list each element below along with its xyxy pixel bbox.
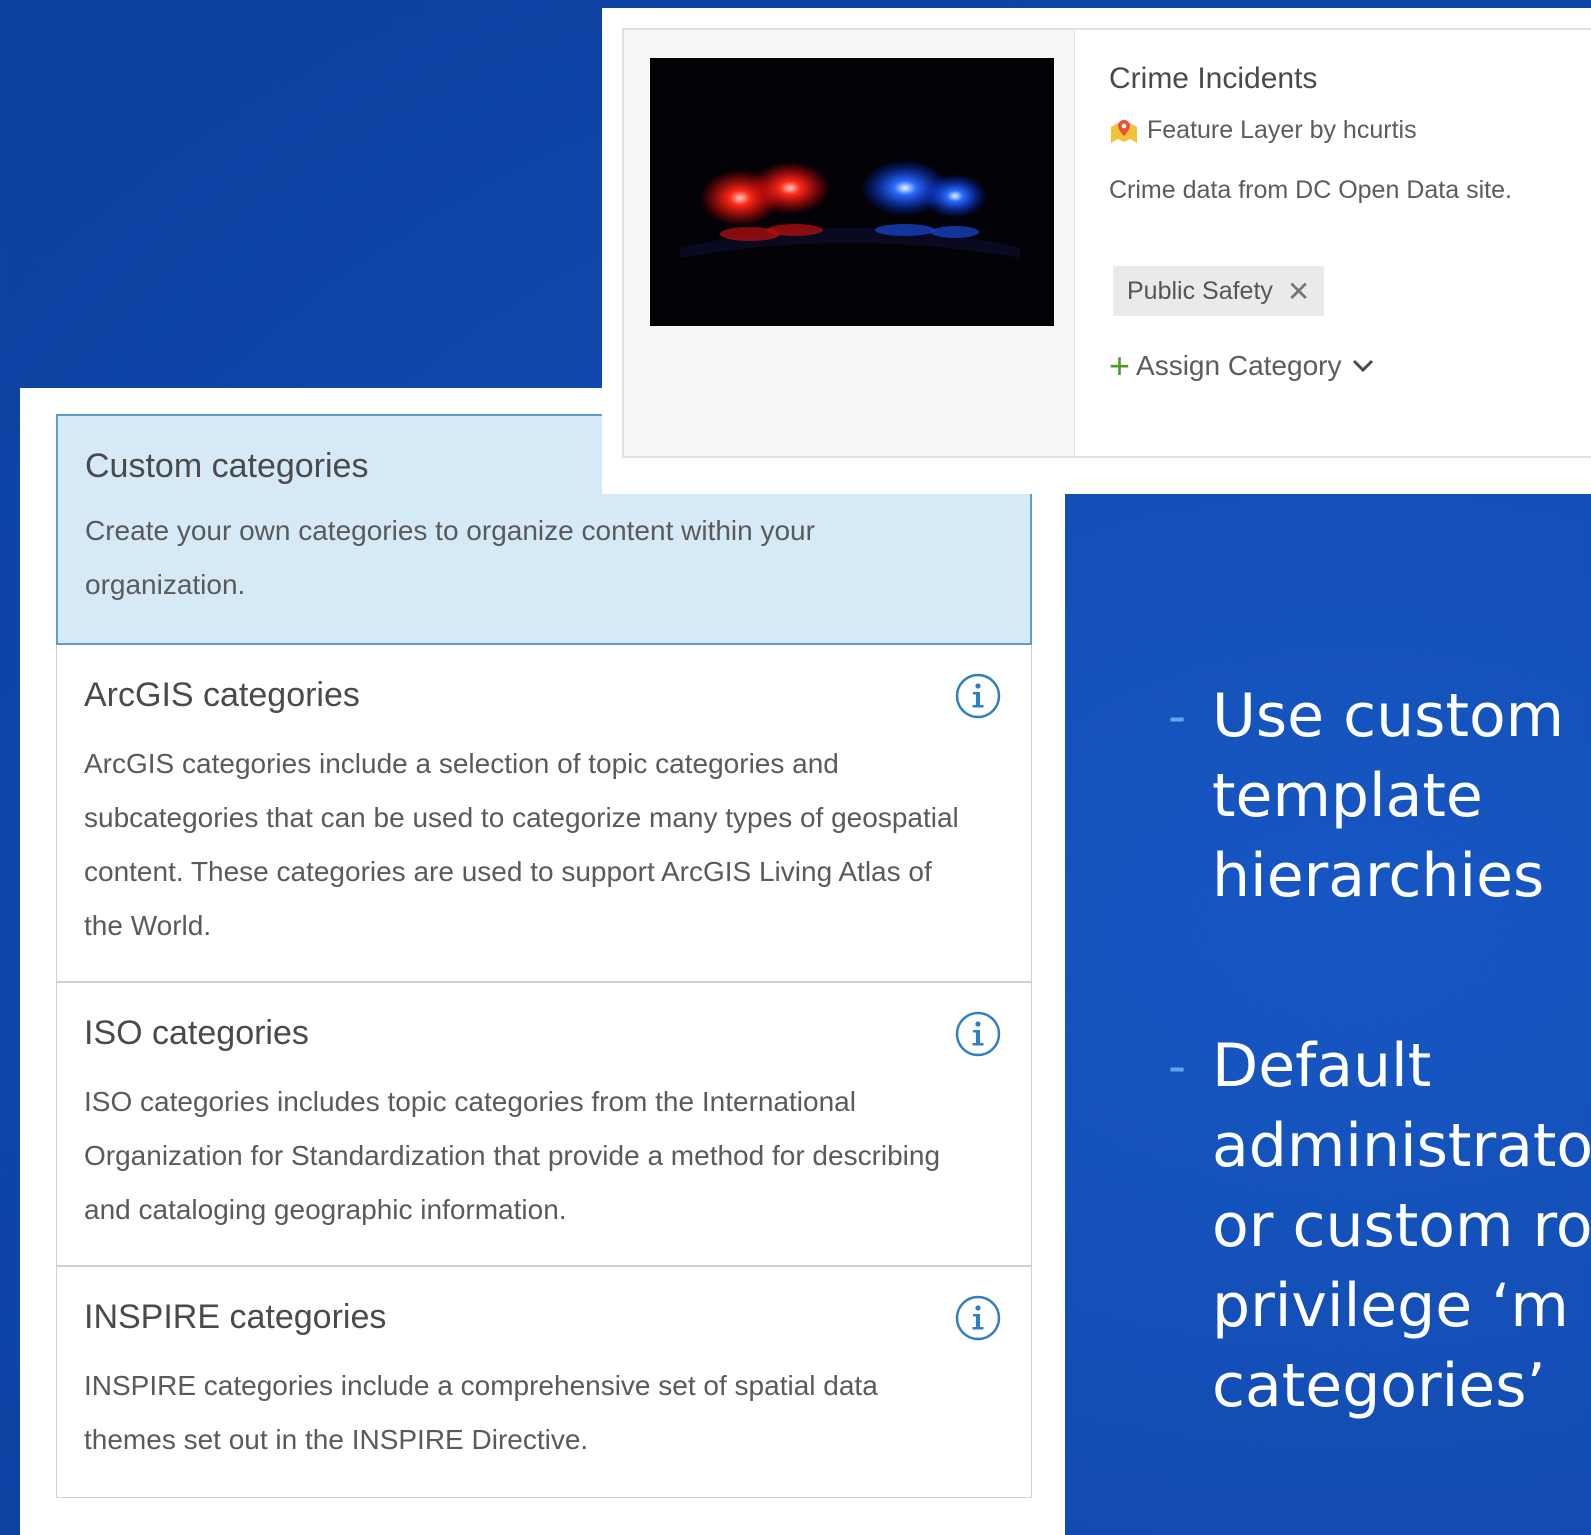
feature-layer-icon bbox=[1111, 119, 1137, 143]
plus-icon: + bbox=[1109, 345, 1131, 386]
police-lights-image bbox=[650, 58, 1054, 326]
item-meta-text: Feature Layer by hcurtis bbox=[1147, 116, 1417, 144]
category-option-description: INSPIRE categories include a comprehensi… bbox=[84, 1370, 878, 1455]
bullet-line: Default bbox=[1212, 1031, 1432, 1101]
category-type-list: Custom categories Create your own catego… bbox=[56, 414, 1032, 1498]
bullet-line: privilege ‘m bbox=[1212, 1271, 1569, 1341]
category-option-description: ISO categories includes topic categories… bbox=[84, 1086, 941, 1225]
info-icon[interactable] bbox=[955, 673, 1001, 719]
bullet-line: hierarchies bbox=[1212, 841, 1545, 911]
item-meta: Feature Layer by hcurtis bbox=[1109, 116, 1417, 145]
bullet-dash: - bbox=[1168, 1037, 1187, 1095]
bullet-line: or custom ro bbox=[1212, 1191, 1591, 1261]
info-icon[interactable] bbox=[955, 1295, 1001, 1341]
category-option-title: ISO categories bbox=[84, 1014, 309, 1052]
bullet-line: categories’ bbox=[1212, 1351, 1546, 1421]
bullet-item: - Use custom template hierarchies bbox=[1168, 676, 1591, 916]
bullet-line: Use custom bbox=[1212, 681, 1565, 751]
assign-category-label: Assign Category bbox=[1136, 350, 1342, 381]
bullet-line: template bbox=[1212, 761, 1483, 831]
category-option-arcgis[interactable]: ArcGIS categories ArcGIS categories incl… bbox=[57, 645, 1031, 983]
item-details: Crime Incidents Feature Layer by hcurtis… bbox=[1074, 30, 1591, 456]
item-card: Crime Incidents Feature Layer by hcurtis… bbox=[602, 8, 1591, 494]
category-option-inspire[interactable]: INSPIRE categories INSPIRE categories in… bbox=[57, 1267, 1031, 1497]
bullet-item: - Default administrato or custom ro priv… bbox=[1168, 1026, 1591, 1426]
assign-category-button[interactable]: + Assign Category bbox=[1109, 345, 1375, 386]
item-description: Crime data from DC Open Data site. bbox=[1109, 176, 1512, 204]
item-card-body: Crime Incidents Feature Layer by hcurtis… bbox=[622, 28, 1591, 458]
category-chip: Public Safety ✕ bbox=[1113, 266, 1325, 316]
category-option-title: ArcGIS categories bbox=[84, 676, 360, 714]
category-option-iso[interactable]: ISO categories ISO categories includes t… bbox=[57, 983, 1031, 1267]
category-option-description: ArcGIS categories include a selection of… bbox=[84, 748, 959, 941]
item-thumbnail[interactable] bbox=[650, 58, 1054, 326]
bullet-line: administrato bbox=[1212, 1111, 1591, 1181]
chevron-down-icon bbox=[1353, 359, 1374, 373]
category-option-description: Create your own categories to organize c… bbox=[85, 515, 815, 600]
slide-bullets: - Use custom template hierarchies - Defa… bbox=[1168, 676, 1591, 1426]
categories-panel: Custom categories Create your own catego… bbox=[20, 388, 1065, 1535]
info-icon[interactable] bbox=[955, 1011, 1001, 1057]
category-chip-label: Public Safety bbox=[1127, 276, 1273, 305]
category-option-title: INSPIRE categories bbox=[84, 1298, 387, 1336]
item-title[interactable]: Crime Incidents bbox=[1109, 62, 1317, 96]
remove-category-button[interactable]: ✕ bbox=[1287, 275, 1310, 308]
bullet-dash: - bbox=[1168, 687, 1187, 745]
